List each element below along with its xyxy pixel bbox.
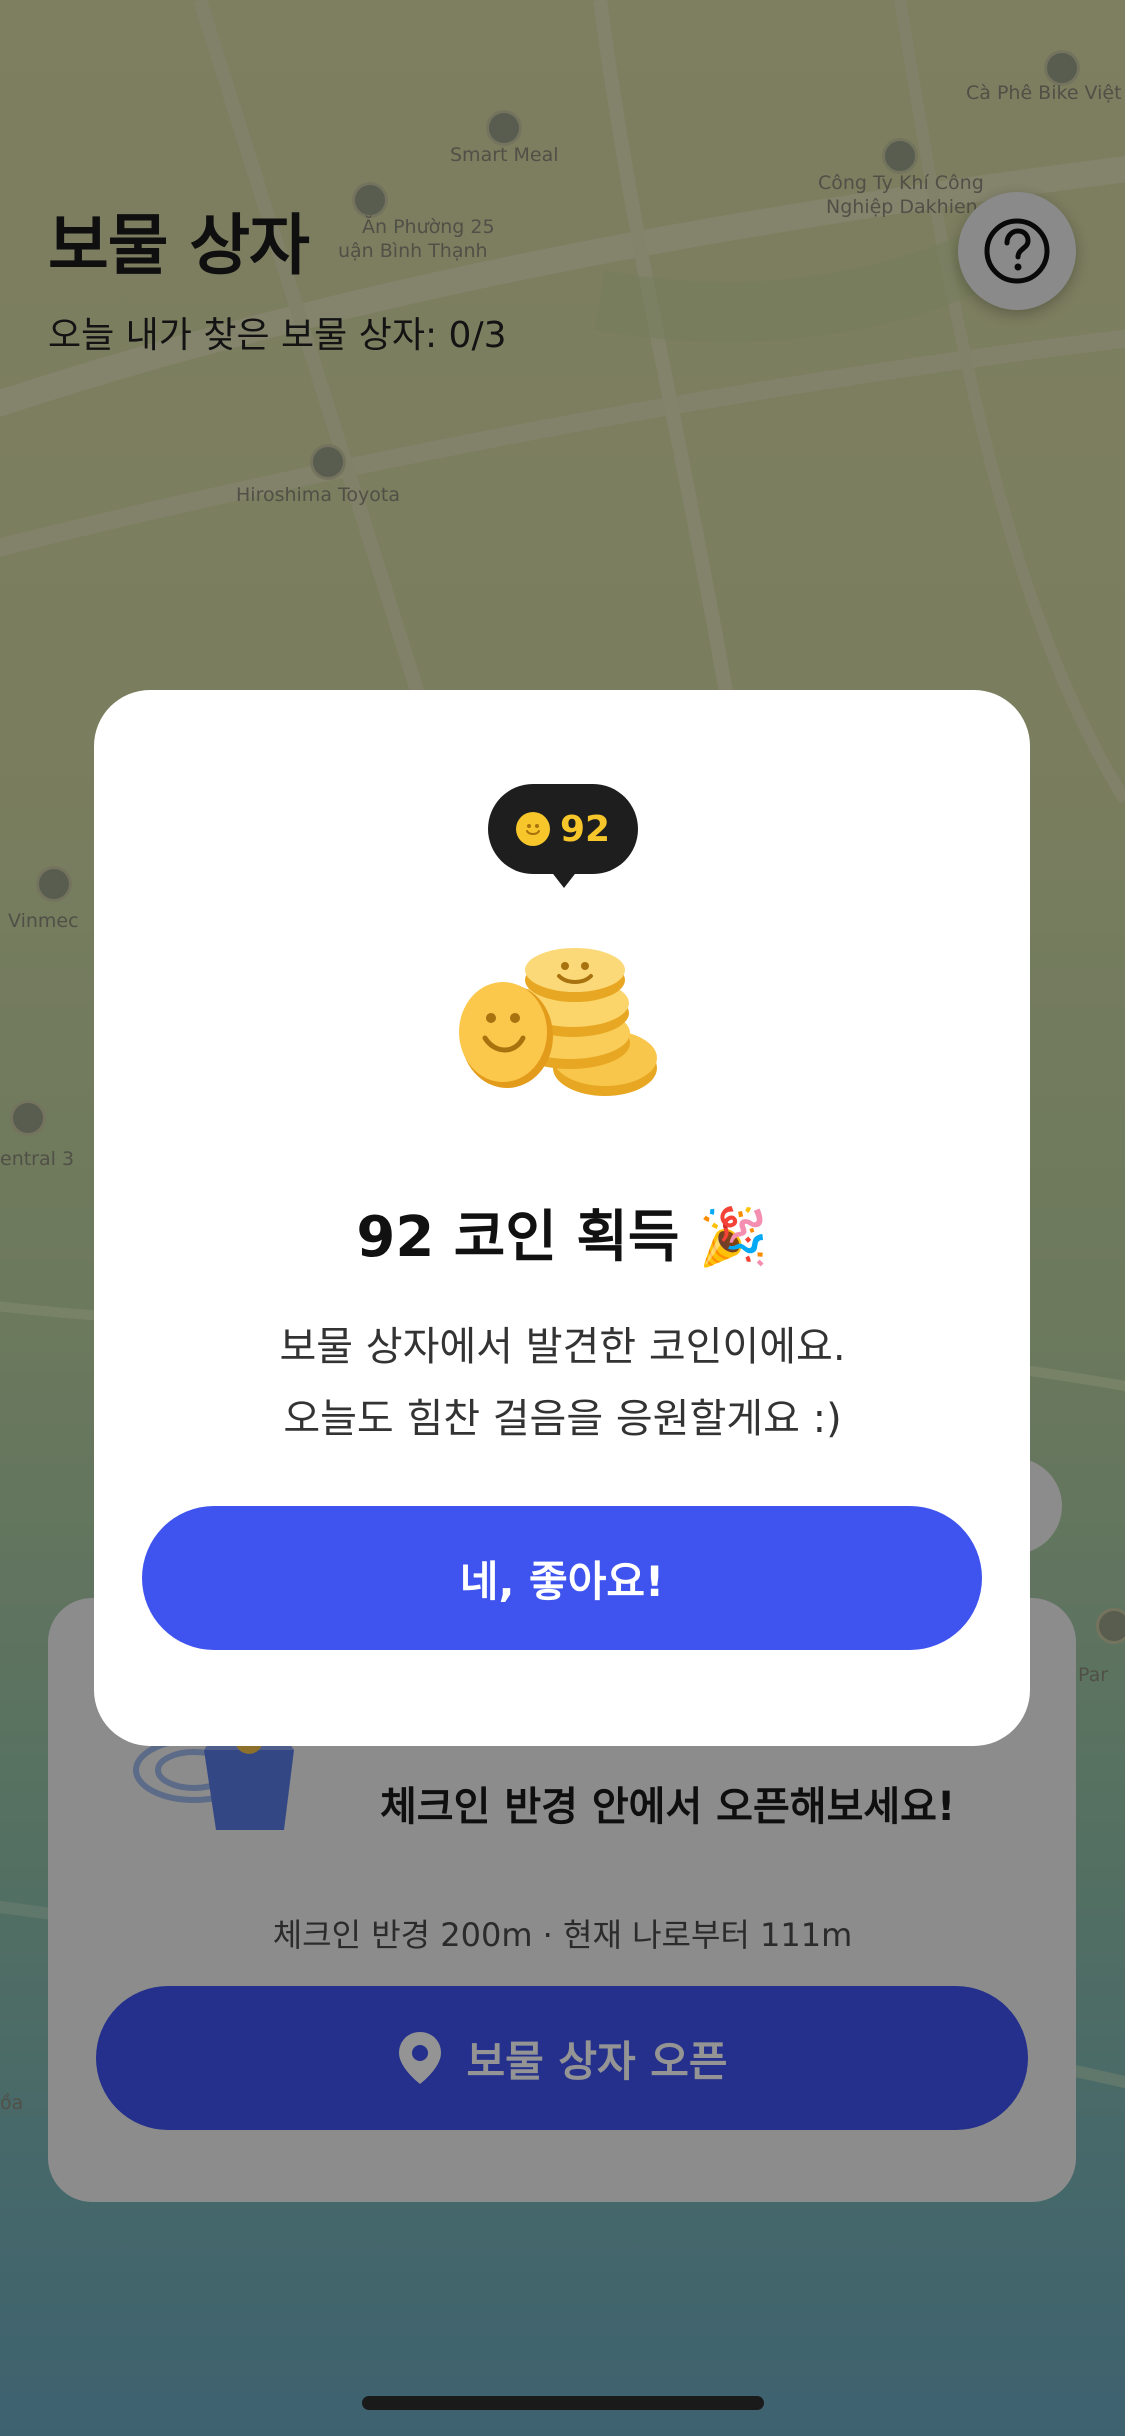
- coin-badge: 92: [488, 784, 638, 874]
- home-indicator[interactable]: [362, 2396, 764, 2410]
- modal-description-line-2: 오늘도 힘찬 걸음을 응원할게요 :): [283, 1396, 842, 1442]
- smiley-coin-icon: [515, 812, 550, 846]
- confirm-button[interactable]: 네, 좋아요!: [142, 1506, 982, 1650]
- coin-pile-illustration: [459, 948, 657, 1096]
- modal-title: 92 코인 획득 🎉: [356, 1205, 769, 1270]
- coin-badge-tail: [550, 870, 578, 888]
- modal-description-line-1: 보물 상자에서 발견한 코인이에요.: [279, 1324, 846, 1370]
- coin-badge-value: 92: [559, 808, 611, 850]
- confirm-button-label: 네, 좋아요!: [459, 1556, 665, 1606]
